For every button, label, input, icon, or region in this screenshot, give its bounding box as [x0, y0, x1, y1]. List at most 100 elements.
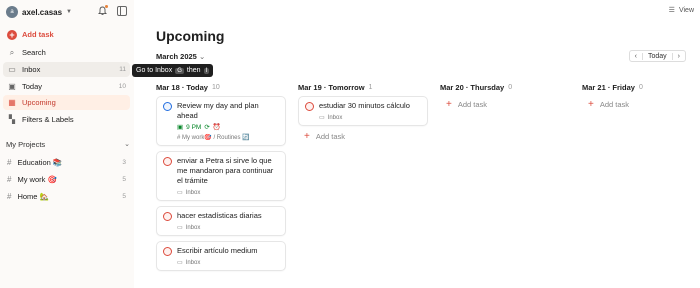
sidebar-item-search[interactable]: ⌕ Search	[3, 45, 130, 60]
calendar-upcoming-icon: ▦	[8, 98, 16, 107]
day-header: Mar 19 · Tomorrow 1	[298, 80, 428, 94]
sidebar-item-today[interactable]: ▣ Today 10	[3, 79, 130, 94]
day-count: 0	[638, 83, 643, 91]
today-button[interactable]: Today	[641, 52, 673, 60]
sidebar-item-inbox[interactable]: ▭ Inbox 11	[3, 62, 130, 77]
next-week-button[interactable]: ›	[673, 53, 685, 60]
inbox-icon: ▭	[177, 190, 183, 196]
calendar-icon: ▣	[177, 124, 184, 131]
hash-icon: #	[7, 191, 12, 201]
sidebar-item-label: Filters & Labels	[22, 115, 74, 124]
project-item-home[interactable]: # Home 🏡 5	[3, 189, 130, 203]
task-card[interactable]: enviar a Petra si sirve lo que me mandar…	[156, 151, 286, 201]
project-name: Inbox	[327, 114, 343, 121]
inbox-icon: ▭	[177, 260, 183, 266]
my-projects-title: My Projects	[6, 140, 46, 149]
task-card[interactable]: estudiar 30 minutos cálculo ▭ Inbox	[298, 96, 428, 126]
hash-icon: #	[7, 174, 12, 184]
sidebar-item-label: Search	[22, 48, 46, 57]
task-checkbox[interactable]	[305, 102, 314, 111]
due-date: ▣ 9 PM ⟳ ⏰	[177, 123, 280, 132]
day-header: Mar 18 · Today 10	[156, 80, 286, 94]
shortcut-key: G	[175, 67, 184, 74]
recurring-icon: ⟳	[204, 124, 210, 131]
reminder-icon: ⏰	[212, 124, 221, 131]
filters-icon: ▚	[8, 115, 16, 124]
add-task-button[interactable]: + Add task	[440, 99, 570, 110]
project-name: Inbox	[185, 259, 201, 266]
project-count: 5	[122, 192, 126, 200]
add-task-label: Add task	[457, 100, 488, 109]
day-date: Mar 21 · Friday	[582, 82, 635, 92]
hash-icon: #	[7, 157, 12, 167]
sliders-icon: ☰	[668, 7, 675, 14]
day-count: 10	[211, 83, 220, 91]
tooltip-text: Go to Inbox	[136, 67, 173, 74]
month-label: March 2025	[156, 52, 197, 61]
task-card[interactable]: Escribir artículo medium ▭ Inbox	[156, 241, 286, 271]
plus-icon: +	[446, 99, 452, 110]
task-project: # My work🎯 / Routines 🔄	[177, 134, 280, 141]
task-checkbox[interactable]	[163, 247, 172, 256]
tooltip-then: then	[186, 67, 201, 74]
shortcut-key: I	[203, 67, 210, 74]
task-project: ▭ Inbox	[177, 224, 280, 232]
inbox-icon: ▭	[8, 65, 16, 74]
task-checkbox[interactable]	[163, 102, 172, 111]
add-task-button[interactable]: + Add task	[3, 27, 130, 42]
day-column: Mar 19 · Tomorrow 1 estudiar 30 minutos …	[298, 80, 428, 142]
sidebar-item-label: Inbox	[22, 65, 41, 74]
day-count: 1	[368, 83, 373, 91]
project-label: Home 🏡	[17, 191, 49, 201]
chevron-down-icon: ▼	[66, 9, 72, 15]
project-item-education[interactable]: # Education 📚 3	[3, 155, 130, 169]
task-card[interactable]: hacer estadísticas diarias ▭ Inbox	[156, 206, 286, 236]
task-title: Review my day and plan ahead	[177, 101, 259, 120]
day-header: Mar 20 · Thursday 0	[440, 80, 570, 94]
add-task-label: Add task	[315, 132, 346, 141]
user-menu[interactable]: a axel.casas ▼	[6, 5, 72, 19]
add-task-button[interactable]: + Add task	[298, 131, 428, 142]
date-navigation: ‹ Today ›	[628, 50, 686, 62]
task-project: ▭ Inbox	[177, 259, 280, 267]
sidebar-item-filters-labels[interactable]: ▚ Filters & Labels	[3, 112, 130, 127]
task-title: hacer estadísticas diarias	[177, 211, 262, 220]
avatar: a	[6, 6, 18, 18]
task-project: ▭ Inbox	[177, 189, 280, 197]
add-task-label: Add task	[22, 30, 54, 39]
plus-icon: +	[7, 29, 17, 40]
inbox-icon: ▭	[319, 115, 325, 121]
add-task-button[interactable]: + Add task	[582, 99, 696, 110]
day-header: Mar 21 · Friday 0	[582, 80, 696, 94]
inbox-tooltip: Go to Inbox G then I	[132, 64, 214, 77]
task-title: estudiar 30 minutos cálculo	[319, 101, 410, 110]
chevron-down-icon[interactable]: ⌄	[124, 140, 130, 149]
day-date: Mar 19 · Tomorrow	[298, 82, 365, 92]
bell-icon[interactable]	[97, 5, 108, 16]
day-column: Mar 20 · Thursday 0 + Add task	[440, 80, 570, 111]
prev-week-button[interactable]: ‹	[630, 53, 642, 60]
toggle-sidebar-icon[interactable]	[117, 6, 127, 16]
day-column: Mar 21 · Friday 0 + Add task	[582, 80, 696, 111]
view-button[interactable]: ☰ View	[668, 6, 694, 15]
task-card[interactable]: Review my day and plan ahead ▣ 9 PM ⟳ ⏰ …	[156, 96, 286, 146]
plus-icon: +	[588, 99, 594, 110]
due-time: 9 PM	[186, 123, 202, 131]
task-checkbox[interactable]	[163, 212, 172, 221]
project-item-my-work[interactable]: # My work 🎯 5	[3, 172, 130, 186]
search-icon: ⌕	[9, 47, 15, 57]
plus-icon: +	[304, 131, 310, 142]
project-count: 5	[122, 175, 126, 183]
username: axel.casas	[22, 7, 63, 17]
project-label: Education 📚	[17, 157, 63, 167]
task-checkbox[interactable]	[163, 157, 172, 166]
task-project: ▭ Inbox	[319, 114, 422, 122]
view-label: View	[678, 6, 694, 14]
my-projects-header[interactable]: My Projects ⌄	[6, 140, 130, 149]
month-picker[interactable]: March 2025 ⌄	[156, 52, 205, 61]
day-column: Mar 18 · Today 10 Review my day and plan…	[156, 80, 286, 276]
sidebar: a axel.casas ▼ + Add task ⌕ Search ▭ Inb…	[0, 0, 134, 288]
sidebar-item-upcoming[interactable]: ▦ Upcoming	[3, 95, 130, 110]
project-label: My work 🎯	[17, 174, 57, 184]
inbox-icon: ▭	[177, 225, 183, 231]
